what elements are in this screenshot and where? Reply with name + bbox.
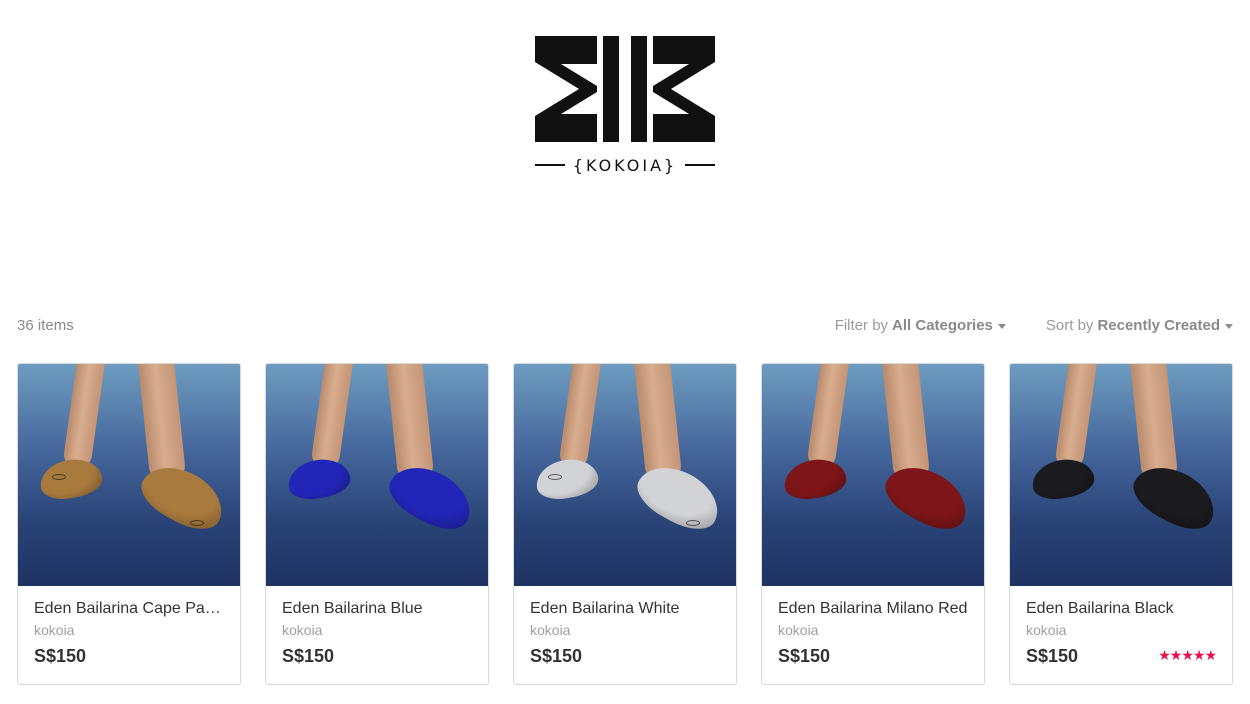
sort-label: Sort by <box>1045 316 1094 334</box>
logo-wordmark: {KOKOIA} <box>535 152 715 178</box>
filter-label: Filter by <box>834 316 889 334</box>
filter-dropdown[interactable]: Filter by All Categories <box>835 317 1006 334</box>
kokoia-logo-icon <box>535 36 715 142</box>
shoe-graphic <box>285 454 353 504</box>
logo-text: {KOKOIA} <box>572 155 678 175</box>
product-info: Eden Bailarina White kokoia S$150 <box>514 586 736 684</box>
product-creator[interactable]: kokoia <box>1026 622 1216 638</box>
leg-graphic <box>62 364 106 471</box>
shoe-graphic <box>781 454 849 504</box>
product-info: Eden Bailarina Black kokoia S$150 ★★★★★ <box>1010 586 1232 684</box>
filter-value: All Categories <box>892 316 993 334</box>
catalog-toolbar: 36 items Filter by All Categories Sort b… <box>17 312 1233 338</box>
product-price: S$150 <box>34 646 87 666</box>
item-count: 36 items <box>17 316 74 334</box>
product-grid: Eden Bailarina Cape Palli… kokoia S$150 … <box>17 363 1233 685</box>
product-info: Eden Bailarina Blue kokoia S$150 <box>266 586 488 684</box>
product-price: S$150 <box>282 646 335 666</box>
product-price: S$150 <box>530 646 583 666</box>
caret-down-icon <box>1225 323 1233 329</box>
product-thumbnail[interactable] <box>18 364 240 586</box>
product-card[interactable]: Eden Bailarina White kokoia S$150 <box>513 363 737 685</box>
logo-divider-left <box>535 164 565 166</box>
product-price: S$150 <box>778 646 831 666</box>
shoe-graphic <box>533 454 601 504</box>
product-info: Eden Bailarina Milano Red kokoia S$150 <box>762 586 984 684</box>
product-name[interactable]: Eden Bailarina Blue <box>282 600 472 618</box>
product-thumbnail[interactable] <box>762 364 984 586</box>
product-name[interactable]: Eden Bailarina Milano Red <box>778 600 968 618</box>
product-name[interactable]: Eden Bailarina White <box>530 600 720 618</box>
logo-divider-right <box>684 164 715 166</box>
leg-graphic <box>806 364 850 471</box>
shoe-graphic <box>37 454 105 504</box>
product-creator[interactable]: kokoia <box>530 622 720 638</box>
product-name[interactable]: Eden Bailarina Cape Palli… <box>34 600 224 618</box>
product-info: Eden Bailarina Cape Palli… kokoia S$150 <box>18 586 240 684</box>
toolbar-controls: Filter by All Categories Sort by Recentl… <box>835 317 1233 334</box>
shoe-graphic <box>1029 454 1097 504</box>
product-thumbnail[interactable] <box>266 364 488 586</box>
product-thumbnail[interactable] <box>514 364 736 586</box>
bow-graphic <box>548 474 562 480</box>
bow-graphic <box>52 474 66 480</box>
product-card[interactable]: Eden Bailarina Blue kokoia S$150 <box>265 363 489 685</box>
product-name[interactable]: Eden Bailarina Black <box>1026 600 1216 618</box>
leg-graphic <box>558 364 602 471</box>
product-creator[interactable]: kokoia <box>282 622 472 638</box>
product-thumbnail[interactable] <box>1010 364 1232 586</box>
bow-graphic <box>190 520 204 526</box>
leg-graphic <box>1054 364 1098 471</box>
caret-down-icon <box>997 323 1006 329</box>
sort-value: Recently Created <box>1097 316 1220 334</box>
leg-graphic <box>310 364 354 471</box>
sort-dropdown[interactable]: Sort by Recently Created <box>1046 317 1233 334</box>
product-creator[interactable]: kokoia <box>778 622 968 638</box>
product-creator[interactable]: kokoia <box>34 622 224 638</box>
product-card[interactable]: Eden Bailarina Cape Palli… kokoia S$150 <box>17 363 241 685</box>
product-card[interactable]: Eden Bailarina Black kokoia S$150 ★★★★★ <box>1009 363 1233 685</box>
brand-logo[interactable]: {KOKOIA} <box>525 28 725 188</box>
rating-stars-icon: ★★★★★ <box>1158 648 1217 664</box>
bow-graphic <box>686 520 700 526</box>
product-card[interactable]: Eden Bailarina Milano Red kokoia S$150 <box>761 363 985 685</box>
